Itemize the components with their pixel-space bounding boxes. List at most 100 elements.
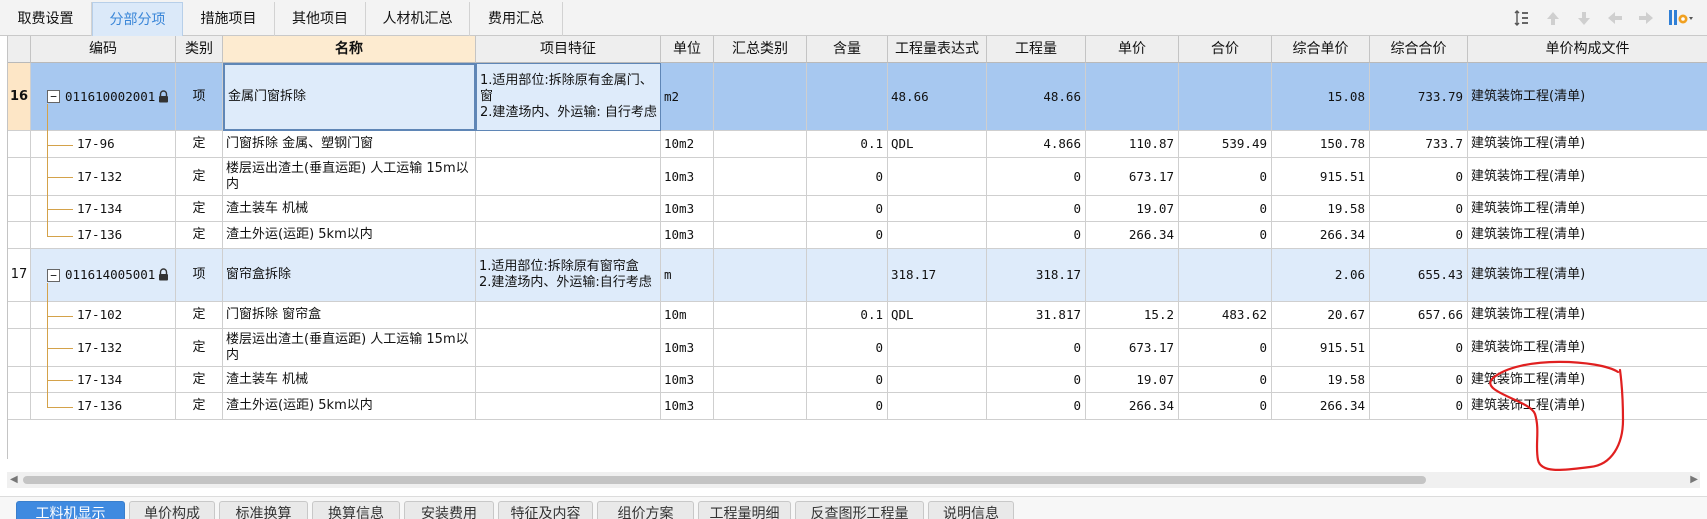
cell-content[interactable]: 0 (807, 158, 888, 196)
cell-quantity[interactable]: 0 (987, 367, 1086, 393)
cell-name[interactable]: 门窗拆除 窗帘盒 (223, 302, 476, 329)
cell-code[interactable]: −011610002001 (31, 63, 176, 131)
collapse-toggle-icon[interactable]: − (47, 268, 60, 282)
tab-2[interactable]: 措施项目 (183, 2, 275, 36)
cell-name[interactable]: 渣土外运(运距) 5km以内 (223, 222, 476, 249)
cell-content[interactable]: 0 (807, 367, 888, 393)
cell-name[interactable]: 渣土装车 机械 (223, 196, 476, 222)
cell-unit[interactable]: 10m3 (661, 367, 714, 393)
table-row[interactable]: 17-134 定 渣土装车 机械 10m3 0 0 19.07 0 19.58 0 建筑装饰工程(清… (8, 196, 1707, 222)
tab-1[interactable]: 分部分项 (92, 2, 183, 36)
cell-content[interactable] (807, 63, 888, 131)
header-code[interactable]: 编码 (31, 36, 176, 63)
cell-unit[interactable]: 10m3 (661, 196, 714, 222)
cell-name[interactable]: 窗帘盒拆除 (223, 249, 476, 302)
cell-quantity-expression[interactable]: QDL (888, 131, 987, 158)
cell-quantity[interactable]: 4.866 (987, 131, 1086, 158)
header-type[interactable]: 类别 (176, 36, 223, 63)
table-row[interactable]: 17-102 定 门窗拆除 窗帘盒 10m 0.1 QDL 31.817 15.2 483.62… (8, 302, 1707, 329)
header-price-composition-file[interactable]: 单价构成文件 (1468, 36, 1707, 63)
bottom-tab-5[interactable]: 特征及内容 (498, 501, 593, 519)
header-name[interactable]: 名称 (223, 36, 476, 63)
header-summary-category[interactable]: 汇总类别 (714, 36, 807, 63)
move-up-icon[interactable] (1543, 8, 1563, 28)
header-quantity-expression[interactable]: 工程量表达式 (888, 36, 987, 63)
cell-feature[interactable] (476, 367, 661, 393)
header-composite-total[interactable]: 综合合价 (1370, 36, 1468, 63)
cell-unit[interactable]: 10m3 (661, 222, 714, 249)
cell-code[interactable]: 17-96 (31, 131, 176, 158)
cell-content[interactable]: 0 (807, 196, 888, 222)
horizontal-scrollbar[interactable]: ◀ ▶ (7, 472, 1700, 488)
cell-unit[interactable]: m2 (661, 63, 714, 131)
cell-name[interactable]: 门窗拆除 金属、塑钢门窗 (223, 131, 476, 158)
bottom-tab-3[interactable]: 换算信息 (312, 501, 400, 519)
bottom-tab-4[interactable]: 安装费用 (404, 501, 494, 519)
cell-quantity-expression[interactable]: 318.17 (888, 249, 987, 302)
bottom-tab-8[interactable]: 反查图形工程量 (795, 501, 924, 519)
cell-code[interactable]: 17-136 (31, 393, 176, 420)
table-row[interactable]: 17-136 定 渣土外运(运距) 5km以内 10m3 0 0 266.34 0 266.34… (8, 393, 1707, 420)
cell-code[interactable]: 17-132 (31, 329, 176, 367)
bottom-tab-2[interactable]: 标准换算 (219, 501, 308, 519)
scroll-right-icon[interactable]: ▶ (1690, 474, 1698, 485)
cell-code[interactable]: 17-102 (31, 302, 176, 329)
cell-content[interactable]: 0.1 (807, 131, 888, 158)
cell-unit[interactable]: 10m3 (661, 158, 714, 196)
tab-3[interactable]: 其他项目 (275, 2, 366, 36)
cell-quantity[interactable]: 318.17 (987, 249, 1086, 302)
cell-unit[interactable]: 10m3 (661, 393, 714, 420)
cell-quantity-expression[interactable] (888, 393, 987, 420)
cell-content[interactable]: 0 (807, 393, 888, 420)
cell-feature[interactable] (476, 393, 661, 420)
cell-quantity[interactable]: 0 (987, 393, 1086, 420)
cell-name[interactable]: 渣土外运(运距) 5km以内 (223, 393, 476, 420)
header-content[interactable]: 含量 (807, 36, 888, 63)
cell-quantity-expression[interactable]: 48.66 (888, 63, 987, 131)
cell-quantity-expression[interactable] (888, 222, 987, 249)
header-quantity[interactable]: 工程量 (987, 36, 1086, 63)
cell-name[interactable]: 金属门窗拆除 (223, 63, 476, 131)
header-unit-price[interactable]: 单价 (1086, 36, 1179, 63)
cell-quantity[interactable]: 0 (987, 158, 1086, 196)
cell-unit[interactable]: 10m2 (661, 131, 714, 158)
table-row[interactable]: 17-136 定 渣土外运(运距) 5km以内 10m3 0 0 266.34 0 266.34… (8, 222, 1707, 249)
table-row[interactable]: 16−011610002001 项金属门窗拆除 1.适用部位:拆除原有金属门、窗 2… (8, 63, 1707, 131)
tab-0[interactable]: 取费设置 (0, 2, 92, 36)
cell-name[interactable]: 渣土装车 机械 (223, 367, 476, 393)
cell-quantity-expression[interactable]: QDL (888, 302, 987, 329)
cell-quantity[interactable]: 0 (987, 222, 1086, 249)
cell-feature[interactable] (476, 222, 661, 249)
cell-code[interactable]: 17-134 (31, 196, 176, 222)
cell-feature[interactable]: 1.适用部位:拆除原有金属门、窗 2.建渣场内、外运输: 自行考虑 (476, 63, 661, 131)
tab-5[interactable]: 费用汇总 (470, 2, 563, 36)
cell-name[interactable]: 楼层运出渣土(垂直运距) 人工运输 15m以内 (223, 329, 476, 367)
cell-quantity[interactable]: 0 (987, 196, 1086, 222)
lock-icon[interactable] (158, 89, 169, 107)
cell-quantity[interactable]: 48.66 (987, 63, 1086, 131)
move-right-icon[interactable] (1636, 8, 1656, 28)
header-total-price[interactable]: 合价 (1179, 36, 1272, 63)
table-row[interactable]: 17-132 定 楼层运出渣土(垂直运距) 人工运输 15m以内 10m3 0 0 673.… (8, 158, 1707, 196)
cell-unit[interactable]: 10m (661, 302, 714, 329)
bottom-tab-1[interactable]: 单价构成 (129, 501, 215, 519)
cell-feature[interactable] (476, 329, 661, 367)
bottom-tab-6[interactable]: 组价方案 (597, 501, 694, 519)
cell-unit[interactable]: m (661, 249, 714, 302)
table-row[interactable]: 17-96 定 门窗拆除 金属、塑钢门窗 10m2 0.1 QDL 4.866 110.87 5… (8, 131, 1707, 158)
cell-quantity-expression[interactable] (888, 367, 987, 393)
cell-code[interactable]: 17-132 (31, 158, 176, 196)
header-row-number[interactable] (8, 36, 31, 63)
bottom-tab-0[interactable]: 工料机显示 (16, 501, 125, 519)
move-left-icon[interactable] (1605, 8, 1625, 28)
cell-content[interactable]: 0.1 (807, 302, 888, 329)
sort-icon[interactable] (1512, 8, 1532, 28)
table-row[interactable]: 17-132 定 楼层运出渣土(垂直运距) 人工运输 15m以内 10m3 0 0 673.… (8, 329, 1707, 367)
cell-feature[interactable]: 1.适用部位:拆除原有窗帘盒 2.建渣场内、外运输:自行考虑 (476, 249, 661, 302)
cell-content[interactable] (807, 249, 888, 302)
cell-content[interactable]: 0 (807, 329, 888, 367)
cell-quantity-expression[interactable] (888, 196, 987, 222)
bottom-tab-9[interactable]: 说明信息 (928, 501, 1014, 519)
cell-quantity-expression[interactable] (888, 158, 987, 196)
table-row[interactable]: 17−011614005001 项窗帘盒拆除 1.适用部位:拆除原有窗帘盒 2.建渣… (8, 249, 1707, 302)
